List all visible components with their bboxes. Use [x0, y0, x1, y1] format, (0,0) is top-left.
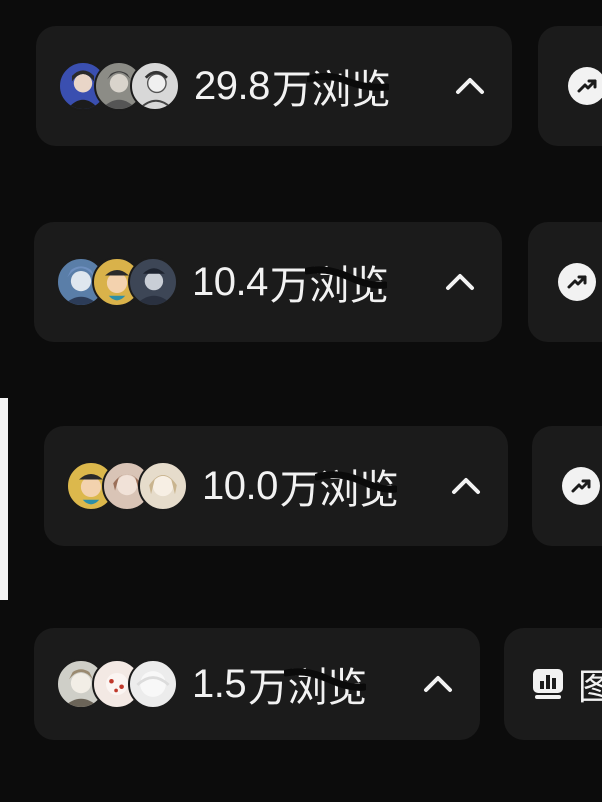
- view-count-number: 10.4: [192, 259, 268, 304]
- stats-label: 图: [577, 667, 602, 708]
- chevron-up-icon[interactable]: [440, 262, 480, 302]
- view-count-word-text: 浏览: [287, 665, 368, 711]
- viewer-avatar: [130, 61, 180, 111]
- chevron-up-icon[interactable]: [446, 466, 486, 506]
- viewer-avatars[interactable]: [58, 61, 180, 111]
- trend-up-icon: [558, 263, 596, 301]
- view-count-number: 1.5: [192, 661, 247, 706]
- views-card[interactable]: 29.8 万 浏览: [36, 26, 512, 146]
- screenshot: 29.8 万 浏览 10.4 万 浏览 10.0 万 浏览 1.5 万 浏览 图: [0, 0, 602, 802]
- viewer-avatar: [138, 461, 188, 511]
- view-count-unit: 万: [279, 467, 320, 513]
- view-count-unit: 万: [271, 67, 312, 113]
- viewer-avatars[interactable]: [56, 659, 178, 709]
- view-count-number: 29.8: [194, 63, 270, 108]
- trend-up-icon: [568, 67, 602, 105]
- viewer-avatar: [128, 257, 178, 307]
- view-count-word-text: 浏览: [319, 467, 399, 513]
- view-count-word: 浏览: [305, 253, 389, 311]
- bar-chart-icon: [530, 666, 566, 702]
- view-count-word: 浏览: [283, 655, 368, 713]
- trend-up-icon: [562, 467, 600, 505]
- view-count-unit: 万: [269, 263, 310, 309]
- view-count: 1.5 万 浏览: [192, 655, 367, 713]
- left-edge-strip: [0, 398, 8, 600]
- stats-button[interactable]: 图: [504, 628, 602, 740]
- chevron-up-icon[interactable]: [450, 66, 490, 106]
- view-count: 29.8 万 浏览: [194, 57, 391, 115]
- view-count-number: 10.0: [202, 463, 278, 508]
- view-count-word-text: 浏览: [311, 67, 391, 113]
- trend-button[interactable]: [532, 426, 602, 546]
- view-count-word: 浏览: [307, 57, 391, 115]
- views-card[interactable]: 10.4 万 浏览: [34, 222, 502, 342]
- trend-button[interactable]: [538, 26, 602, 146]
- viewer-avatar: [128, 659, 178, 709]
- view-count-word-text: 浏览: [309, 263, 389, 309]
- view-count-word: 浏览: [315, 457, 399, 515]
- viewer-avatars[interactable]: [56, 257, 178, 307]
- view-count-unit: 万: [248, 665, 288, 711]
- trend-button[interactable]: [528, 222, 602, 342]
- views-card[interactable]: 1.5 万 浏览: [34, 628, 480, 740]
- view-count: 10.4 万 浏览: [192, 253, 389, 311]
- chevron-up-icon[interactable]: [418, 664, 458, 704]
- views-card[interactable]: 10.0 万 浏览: [44, 426, 508, 546]
- viewer-avatars[interactable]: [66, 461, 188, 511]
- view-count: 10.0 万 浏览: [202, 457, 399, 515]
